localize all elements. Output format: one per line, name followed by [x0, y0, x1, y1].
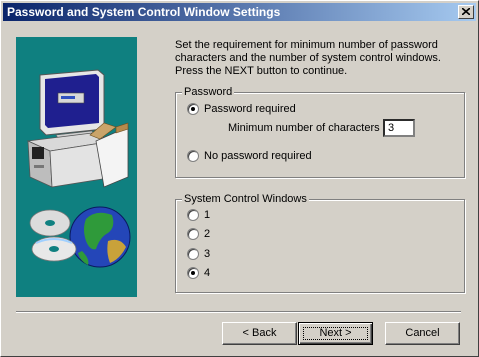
radio-label: 1	[204, 209, 211, 221]
radio-label: 4	[204, 267, 211, 279]
radio-circle	[187, 248, 199, 260]
password-group-legend: Password	[182, 86, 235, 99]
cancel-button[interactable]: Cancel	[385, 322, 460, 345]
scw-groupbox: System Control Windows	[175, 193, 465, 293]
next-button-label: Next >	[319, 327, 352, 339]
footer-separator	[16, 311, 461, 313]
computer-globe-illustration	[26, 69, 131, 268]
radio-label: No password required	[204, 150, 312, 162]
radio-scw-1[interactable]: 1	[187, 209, 210, 221]
radio-label: 2	[204, 228, 211, 240]
window-title: Password and System Control Window Setti…	[7, 5, 281, 19]
back-button[interactable]: < Back	[222, 322, 297, 345]
radio-scw-2[interactable]: 2	[187, 228, 210, 240]
wizard-illustration	[16, 37, 137, 297]
title-bar: Password and System Control Window Setti…	[3, 3, 476, 21]
back-button-label: < Back	[242, 327, 277, 339]
min-chars-label: Minimum number of characters	[228, 122, 380, 134]
radio-label: 3	[204, 248, 211, 260]
radio-circle	[187, 209, 199, 221]
radio-no-password[interactable]: No password required	[187, 150, 312, 162]
radio-scw-4[interactable]: 4	[187, 267, 210, 279]
close-icon	[462, 8, 470, 15]
radio-label: Password required	[204, 103, 296, 115]
instructions-text: Set the requirement for minimum number o…	[175, 39, 441, 77]
min-chars-input[interactable]	[383, 119, 415, 137]
scw-group-legend: System Control Windows	[182, 193, 309, 206]
radio-scw-3[interactable]: 3	[187, 248, 210, 260]
radio-circle	[187, 267, 199, 279]
radio-circle	[187, 150, 199, 162]
radio-circle	[187, 103, 199, 115]
radio-circle	[187, 228, 199, 240]
close-button[interactable]	[458, 5, 474, 19]
radio-password-required[interactable]: Password required	[187, 103, 296, 115]
cancel-button-label: Cancel	[405, 327, 440, 339]
next-button[interactable]: Next >	[298, 322, 373, 345]
